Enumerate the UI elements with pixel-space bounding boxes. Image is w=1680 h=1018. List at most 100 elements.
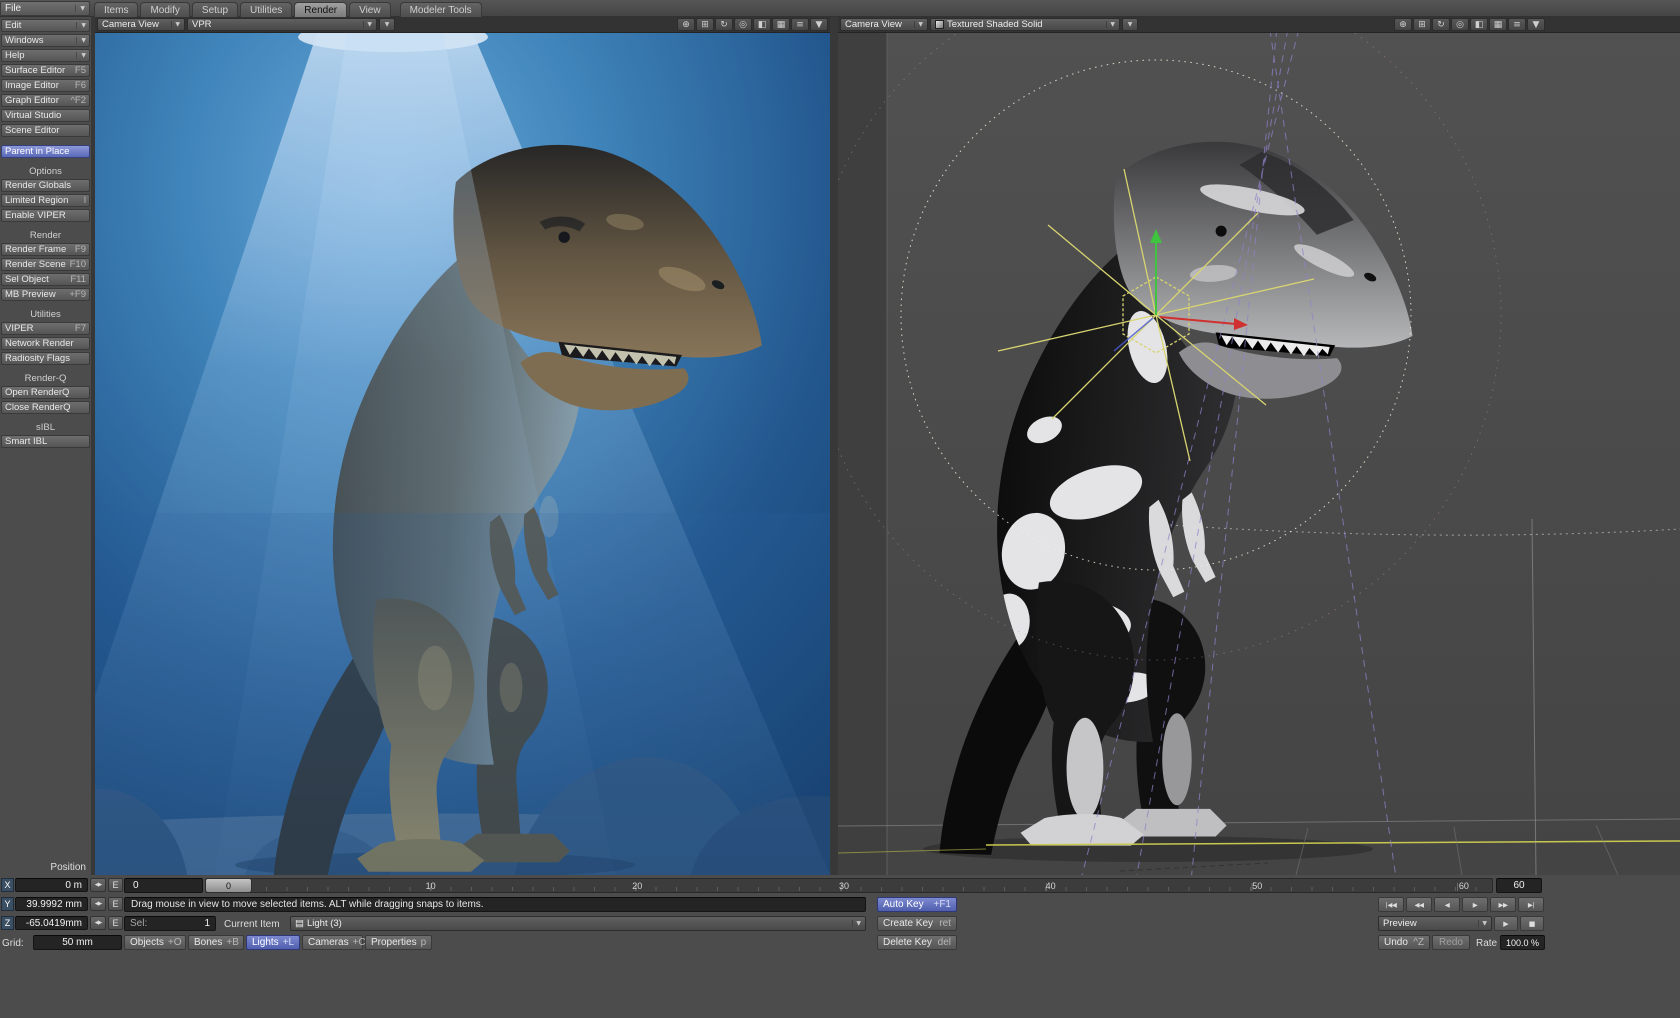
view-mode-dropdown[interactable]: Camera View ▼ <box>97 18 185 31</box>
viewport-vpr-header: Camera View ▼ VPR ▼ ▼ ⊕ ⊞ ↻ ◎ ◧ <box>95 17 830 33</box>
tab-utilities[interactable]: Utilities <box>240 2 292 17</box>
tab-items[interactable]: Items <box>94 2 138 17</box>
y-envelope-button[interactable]: E <box>108 897 123 911</box>
sidebar-item-virtual-studio[interactable]: Virtual Studio <box>1 109 90 122</box>
file-menu[interactable]: File ▼ <box>0 1 90 16</box>
end-frame-field[interactable]: 60 <box>1496 878 1542 893</box>
preview-dropdown[interactable]: Preview ▼ <box>1378 916 1492 931</box>
sidebar-item-radiosity-flags[interactable]: Radiosity Flags <box>1 352 90 365</box>
sidebar-item-scene-editor[interactable]: Scene Editor <box>1 124 90 137</box>
objects-button[interactable]: Objects +O <box>124 935 186 950</box>
auto-key-button[interactable]: Auto Key +F1 <box>877 897 957 912</box>
redo-button[interactable]: Redo <box>1432 935 1470 950</box>
viewport-options-icon[interactable]: ▼ <box>1527 18 1545 31</box>
move-view-icon[interactable]: ⊞ <box>696 18 714 31</box>
pan-icon[interactable]: ⊕ <box>1394 18 1412 31</box>
preview-play-button[interactable]: ▶ <box>1494 916 1518 931</box>
sidebar-item-graph-editor[interactable]: Graph Editor ^F2 <box>1 94 90 107</box>
pan-icon[interactable]: ⊕ <box>677 18 695 31</box>
z-envelope-button[interactable]: E <box>108 916 123 930</box>
viewport-extra-dropdown[interactable]: ▼ <box>379 18 395 31</box>
view-mode-dropdown[interactable]: Camera View ▼ <box>840 18 928 31</box>
y-spinner[interactable]: ◀▶ <box>90 897 106 911</box>
viewport-splitter[interactable] <box>830 17 838 875</box>
left-toolbar: Edit ▼ Windows ▼ Help ▼ Surface Editor <box>0 17 91 875</box>
viewport-extra-dropdown[interactable]: ▼ <box>1122 18 1138 31</box>
play-forward-button[interactable]: ▶ <box>1462 897 1488 912</box>
selection-count-field[interactable]: Sel: 1 <box>124 916 216 931</box>
go-last-frame-button[interactable]: ▶| <box>1518 897 1544 912</box>
y-position-field[interactable]: 39.9992 mm <box>15 897 88 911</box>
transport-controls: |◀◀◀◀◀▶▶▶▶| <box>1378 897 1544 912</box>
sidebar-item-render-scene[interactable]: Render Scene F10 <box>1 258 90 271</box>
next-keyframe-button[interactable]: ▶▶ <box>1490 897 1516 912</box>
tab-modeler-tools[interactable]: Modeler Tools <box>400 2 482 17</box>
sidebar-item-viper[interactable]: VIPER F7 <box>1 322 90 335</box>
undo-button[interactable]: Undo ^Z <box>1378 935 1430 950</box>
cameras-button[interactable]: Cameras +C <box>302 935 363 950</box>
grid-size-field[interactable]: 50 mm <box>33 935 122 950</box>
timeline-ruler[interactable] <box>205 878 1493 893</box>
rotate-view-icon[interactable]: ↻ <box>715 18 733 31</box>
play-reverse-button[interactable]: ◀ <box>1434 897 1460 912</box>
sidebar-menu-edit[interactable]: Edit ▼ <box>1 19 90 32</box>
rotate-view-icon[interactable]: ↻ <box>1432 18 1450 31</box>
sidebar-item-limited-region[interactable]: Limited Region l <box>1 194 90 207</box>
sidebar-item-network-render[interactable]: Network Render <box>1 337 90 350</box>
chevron-down-icon: ▼ <box>76 22 86 29</box>
sidebar-item-open-renderq[interactable]: Open RenderQ <box>1 386 90 399</box>
tab-setup[interactable]: Setup <box>192 2 238 17</box>
zoom-icon[interactable]: ◎ <box>1451 18 1469 31</box>
sidebar-menu-windows[interactable]: Windows ▼ <box>1 34 90 47</box>
delete-key-button[interactable]: Delete Key del <box>877 935 957 950</box>
sidebar-menu-help[interactable]: Help ▼ <box>1 49 90 62</box>
top-menu-bar: File ▼ Items Modify Setup Utilities <box>0 0 1680 17</box>
tab-view[interactable]: View <box>349 2 391 17</box>
viewport-menu-icon[interactable]: ≡ <box>1508 18 1526 31</box>
tab-render[interactable]: Render <box>294 2 347 17</box>
frame-slider-handle[interactable]: 0 <box>205 878 252 893</box>
parent-in-place-button[interactable]: Parent in Place <box>1 145 90 158</box>
sidebar-item-image-editor[interactable]: Image Editor F6 <box>1 79 90 92</box>
vpr-render-scene[interactable] <box>95 33 830 875</box>
move-view-icon[interactable]: ⊞ <box>1413 18 1431 31</box>
shaded-viewport-scene[interactable] <box>838 33 1680 875</box>
viewport-menu-icon[interactable]: ≡ <box>791 18 809 31</box>
chevron-down-icon: ▼ <box>1128 21 1133 28</box>
single-pane-icon[interactable]: ◧ <box>1470 18 1488 31</box>
x-spinner[interactable]: ◀▶ <box>90 878 106 892</box>
sidebar-item-mb-preview[interactable]: MB Preview +F9 <box>1 288 90 301</box>
z-position-field[interactable]: -65.0419mm <box>15 916 88 930</box>
qu​ad-view-icon[interactable]: ▦ <box>1489 18 1507 31</box>
render-mode-dropdown[interactable]: Textured Shaded Solid ▼ <box>930 18 1120 31</box>
x-position-field[interactable]: 0 m <box>15 878 88 892</box>
rate-field[interactable]: 100.0 % <box>1500 935 1545 950</box>
x-axis-badge: X <box>1 878 14 892</box>
sidebar-item-smart-ibl[interactable]: Smart IBL <box>1 435 90 448</box>
sidebar-item-render-frame[interactable]: Render Frame F9 <box>1 243 90 256</box>
properties-button[interactable]: Properties p <box>365 935 432 950</box>
z-spinner[interactable]: ◀▶ <box>90 916 106 930</box>
render-mode-dropdown[interactable]: VPR ▼ <box>187 18 377 31</box>
prev-keyframe-button[interactable]: ◀◀ <box>1406 897 1432 912</box>
go-first-frame-button[interactable]: |◀◀ <box>1378 897 1404 912</box>
x-envelope-button[interactable]: E <box>108 878 123 892</box>
qu​ad-view-icon[interactable]: ▦ <box>772 18 790 31</box>
single-pane-icon[interactable]: ◧ <box>753 18 771 31</box>
bones-button[interactable]: Bones +B <box>188 935 244 950</box>
tab-modify[interactable]: Modify <box>140 2 189 17</box>
preview-stop-button[interactable]: ■ <box>1520 916 1544 931</box>
current-frame-field[interactable]: 0 <box>124 878 203 893</box>
viewport-options-icon[interactable]: ▼ <box>810 18 828 31</box>
sidebar-item-enable-viper[interactable]: Enable VIPER <box>1 209 90 222</box>
zoom-icon[interactable]: ◎ <box>734 18 752 31</box>
section-title-render: Render <box>0 230 91 241</box>
sidebar-item-close-renderq[interactable]: Close RenderQ <box>1 401 90 414</box>
viewport-icon-bar: ⊕ ⊞ ↻ ◎ ◧ ▦ ≡ ▼ <box>1394 18 1545 31</box>
create-key-button[interactable]: Create Key ret <box>877 916 957 931</box>
sidebar-item-render-globals[interactable]: Render Globals <box>1 179 90 192</box>
sidebar-item-surface-editor[interactable]: Surface Editor F5 <box>1 64 90 77</box>
current-item-dropdown[interactable]: ▤ Light (3) ▼ <box>290 916 866 931</box>
sidebar-item-sel-object[interactable]: Sel Object F11 <box>1 273 90 286</box>
lights-button[interactable]: Lights +L <box>246 935 300 950</box>
